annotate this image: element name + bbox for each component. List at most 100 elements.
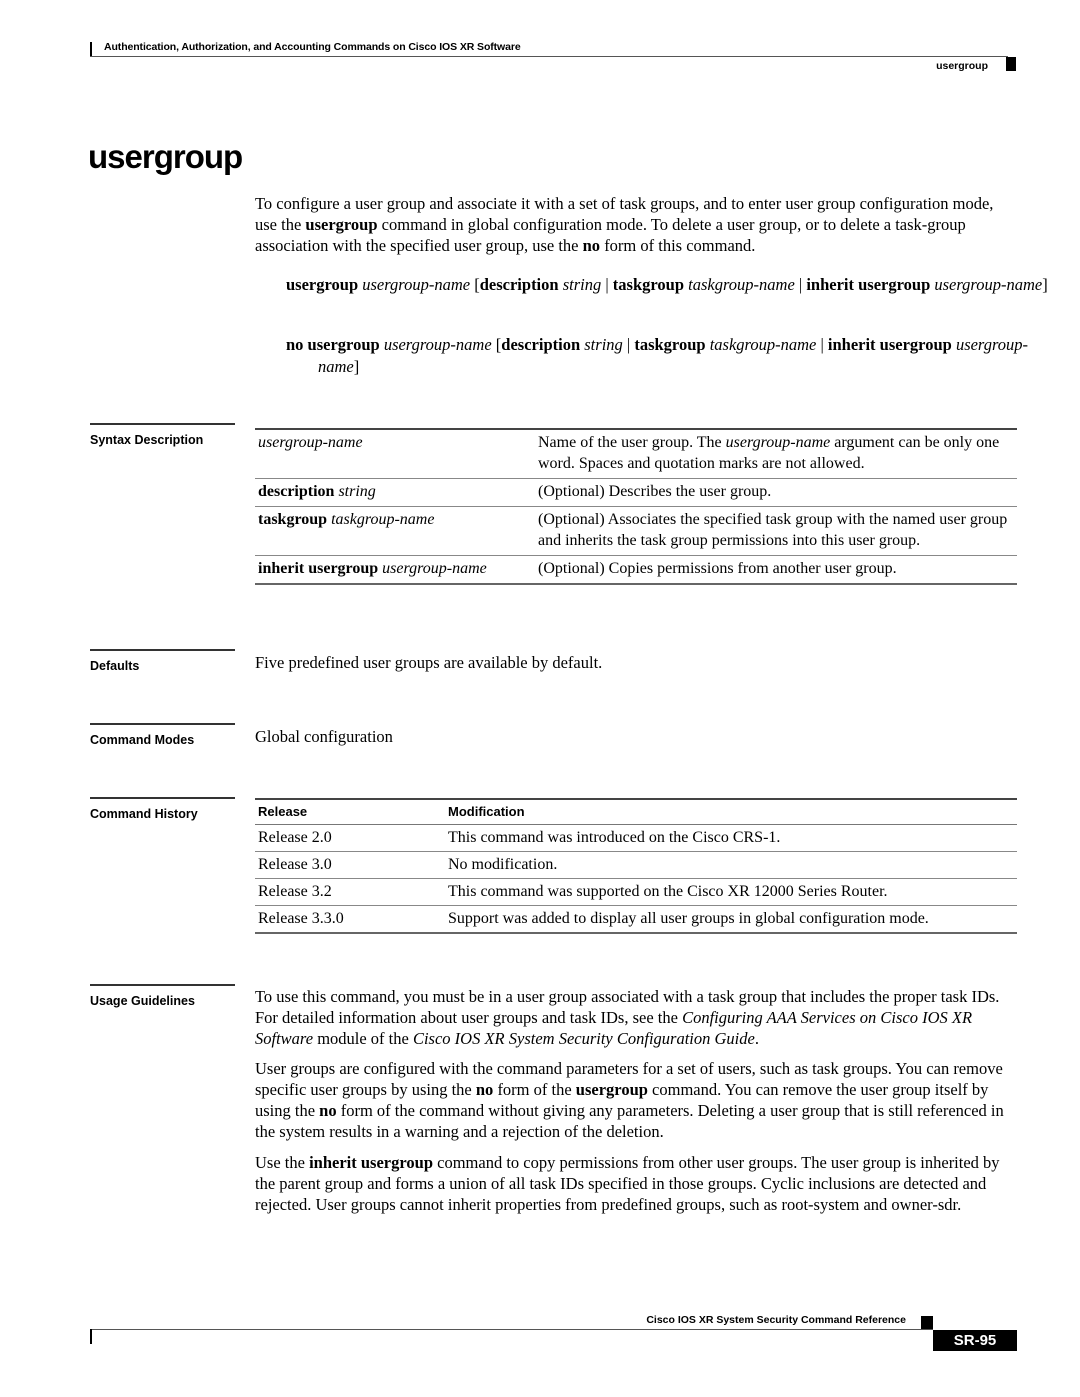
- column-header-modification: Modification: [445, 799, 1017, 825]
- syntax-keyword: description: [479, 275, 559, 294]
- syntax-definition: (Optional) Associates the specified task…: [535, 506, 1017, 556]
- syntax-bracket: [: [470, 275, 480, 294]
- release-cell: Release 2.0: [255, 824, 445, 852]
- section-label-usage-guidelines: Usage Guidelines: [90, 984, 235, 1008]
- table-row: usergroup-name Name of the user group. T…: [255, 429, 1017, 479]
- syntax-keyword: inherit usergroup: [827, 335, 952, 354]
- syntax-argument: usergroup-name: [258, 434, 363, 451]
- column-header-release: Release: [255, 799, 445, 825]
- section-label-defaults: Defaults: [90, 649, 235, 673]
- syntax-command: no usergroup: [286, 335, 380, 354]
- syntax-separator: |: [794, 275, 807, 294]
- header-rule: [90, 56, 1008, 57]
- syntax-separator: |: [601, 275, 613, 294]
- table-row: inherit usergroup usergroup-name (Option…: [255, 555, 1017, 585]
- usage-keyword: no: [319, 1101, 337, 1120]
- section-label-syntax-description: Syntax Description: [90, 423, 235, 447]
- usage-keyword: usergroup: [575, 1080, 648, 1099]
- intro-text: form of this command.: [600, 236, 756, 255]
- usage-text: form of the: [493, 1080, 576, 1099]
- table-row: Release 2.0 This command was introduced …: [255, 824, 1017, 852]
- syntax-separator: |: [816, 335, 828, 354]
- header-bar-mark: [90, 42, 92, 56]
- command-modes-text: Global configuration: [255, 727, 393, 746]
- defaults-text: Five predefined user groups are availabl…: [255, 653, 603, 672]
- usage-text: Use the: [255, 1153, 310, 1172]
- syntax-argument: taskgroup-name: [709, 335, 817, 354]
- table-row: description string (Optional) Describes …: [255, 478, 1017, 507]
- section-label-command-history: Command History: [90, 797, 235, 821]
- table-row: taskgroup taskgroup-name (Optional) Asso…: [255, 506, 1017, 556]
- usage-text: module of the: [313, 1029, 413, 1048]
- syntax-bracket: ]: [1042, 275, 1048, 294]
- syntax-keyword: taskgroup: [612, 275, 685, 294]
- modification-cell: No modification.: [445, 851, 1017, 879]
- definition-text: Name of the user group. The: [538, 434, 726, 451]
- syntax-argument: usergroup-name: [362, 275, 471, 294]
- table-header-row: Release Modification: [255, 799, 1017, 825]
- definition-text: (Optional) Copies permissions from anoth…: [538, 560, 897, 577]
- intro-no-keyword: no: [582, 236, 601, 255]
- release-cell: Release 3.3.0: [255, 905, 445, 934]
- syntax-keyword: inherit usergroup: [806, 275, 931, 294]
- no-command-syntax: no usergroup usergroup-name [description…: [286, 334, 1048, 378]
- table-row: Release 3.0 No modification.: [255, 851, 1017, 879]
- syntax-keyword: description: [501, 335, 581, 354]
- syntax-keyword: description: [258, 483, 335, 500]
- syntax-description-table: usergroup-name Name of the user group. T…: [255, 428, 1017, 585]
- syntax-bracket: ]: [353, 357, 360, 376]
- syntax-definition: (Optional) Describes the user group.: [535, 478, 1017, 507]
- section-label-command-modes: Command Modes: [90, 723, 235, 747]
- syntax-term: description string: [255, 478, 535, 507]
- syntax-command: usergroup: [286, 275, 359, 294]
- page-number: SR-95: [933, 1330, 1017, 1351]
- footer-block-mark: [921, 1316, 933, 1330]
- usage-text: form of the command without giving any p…: [255, 1101, 1004, 1141]
- syntax-argument: usergroup-name: [382, 560, 487, 577]
- modification-cell: This command was introduced on the Cisco…: [445, 824, 1017, 852]
- syntax-keyword: inherit usergroup: [258, 560, 379, 577]
- syntax-argument: string: [562, 275, 602, 294]
- definition-text: (Optional) Associates the specified task…: [538, 511, 1008, 549]
- syntax-definition: Name of the user group. The usergroup-na…: [535, 429, 1017, 479]
- page-title: usergroup: [88, 138, 243, 175]
- syntax-argument: string: [584, 335, 623, 354]
- intro-paragraph: To configure a user group and associate …: [255, 193, 1015, 256]
- header-block-mark: [1006, 57, 1016, 71]
- syntax-keyword: taskgroup: [258, 511, 328, 528]
- usage-paragraph: To use this command, you must be in a us…: [255, 986, 1017, 1049]
- definition-text: (Optional) Describes the user group.: [538, 483, 772, 500]
- release-cell: Release 3.0: [255, 851, 445, 879]
- usage-paragraph: User groups are configured with the comm…: [255, 1058, 1017, 1142]
- modification-cell: This command was supported on the Cisco …: [445, 878, 1017, 906]
- syntax-argument: usergroup-name: [383, 335, 492, 354]
- syntax-term: taskgroup taskgroup-name: [255, 506, 535, 556]
- usage-keyword: no: [475, 1080, 494, 1099]
- syntax-keyword: taskgroup: [634, 335, 706, 354]
- syntax-separator: |: [622, 335, 635, 354]
- running-command-name: usergroup: [936, 60, 988, 72]
- syntax-term: usergroup-name: [255, 429, 535, 479]
- syntax-term: inherit usergroup usergroup-name: [255, 555, 535, 585]
- syntax-argument: string: [338, 483, 376, 500]
- syntax-argument: usergroup-name: [934, 275, 1043, 294]
- syntax-argument: taskgroup-name: [331, 511, 435, 528]
- usage-paragraph: Use the inherit usergroup command to cop…: [255, 1152, 1017, 1215]
- modification-cell: Support was added to display all user gr…: [445, 905, 1017, 934]
- syntax-argument: taskgroup-name: [688, 275, 795, 294]
- table-row: Release 3.2 This command was supported o…: [255, 878, 1017, 906]
- table-row: Release 3.3.0 Support was added to displ…: [255, 905, 1017, 934]
- intro-command-keyword: usergroup: [305, 215, 378, 234]
- release-cell: Release 3.2: [255, 878, 445, 906]
- usage-text: .: [754, 1029, 759, 1048]
- command-syntax: usergroup usergroup-name [description st…: [286, 274, 1048, 296]
- definition-argument: usergroup-name: [725, 434, 831, 451]
- document-reference: Cisco IOS XR System Security Configurati…: [412, 1029, 755, 1048]
- command-history-table: Release Modification Release 2.0 This co…: [255, 798, 1017, 934]
- footer-bar-mark: [90, 1329, 92, 1344]
- syntax-definition: (Optional) Copies permissions from anoth…: [535, 555, 1017, 585]
- chapter-title: Authentication, Authorization, and Accou…: [104, 41, 521, 53]
- book-title: Cisco IOS XR System Security Command Ref…: [646, 1314, 906, 1326]
- syntax-bracket: [: [491, 335, 502, 354]
- footer-rule: [90, 1329, 933, 1330]
